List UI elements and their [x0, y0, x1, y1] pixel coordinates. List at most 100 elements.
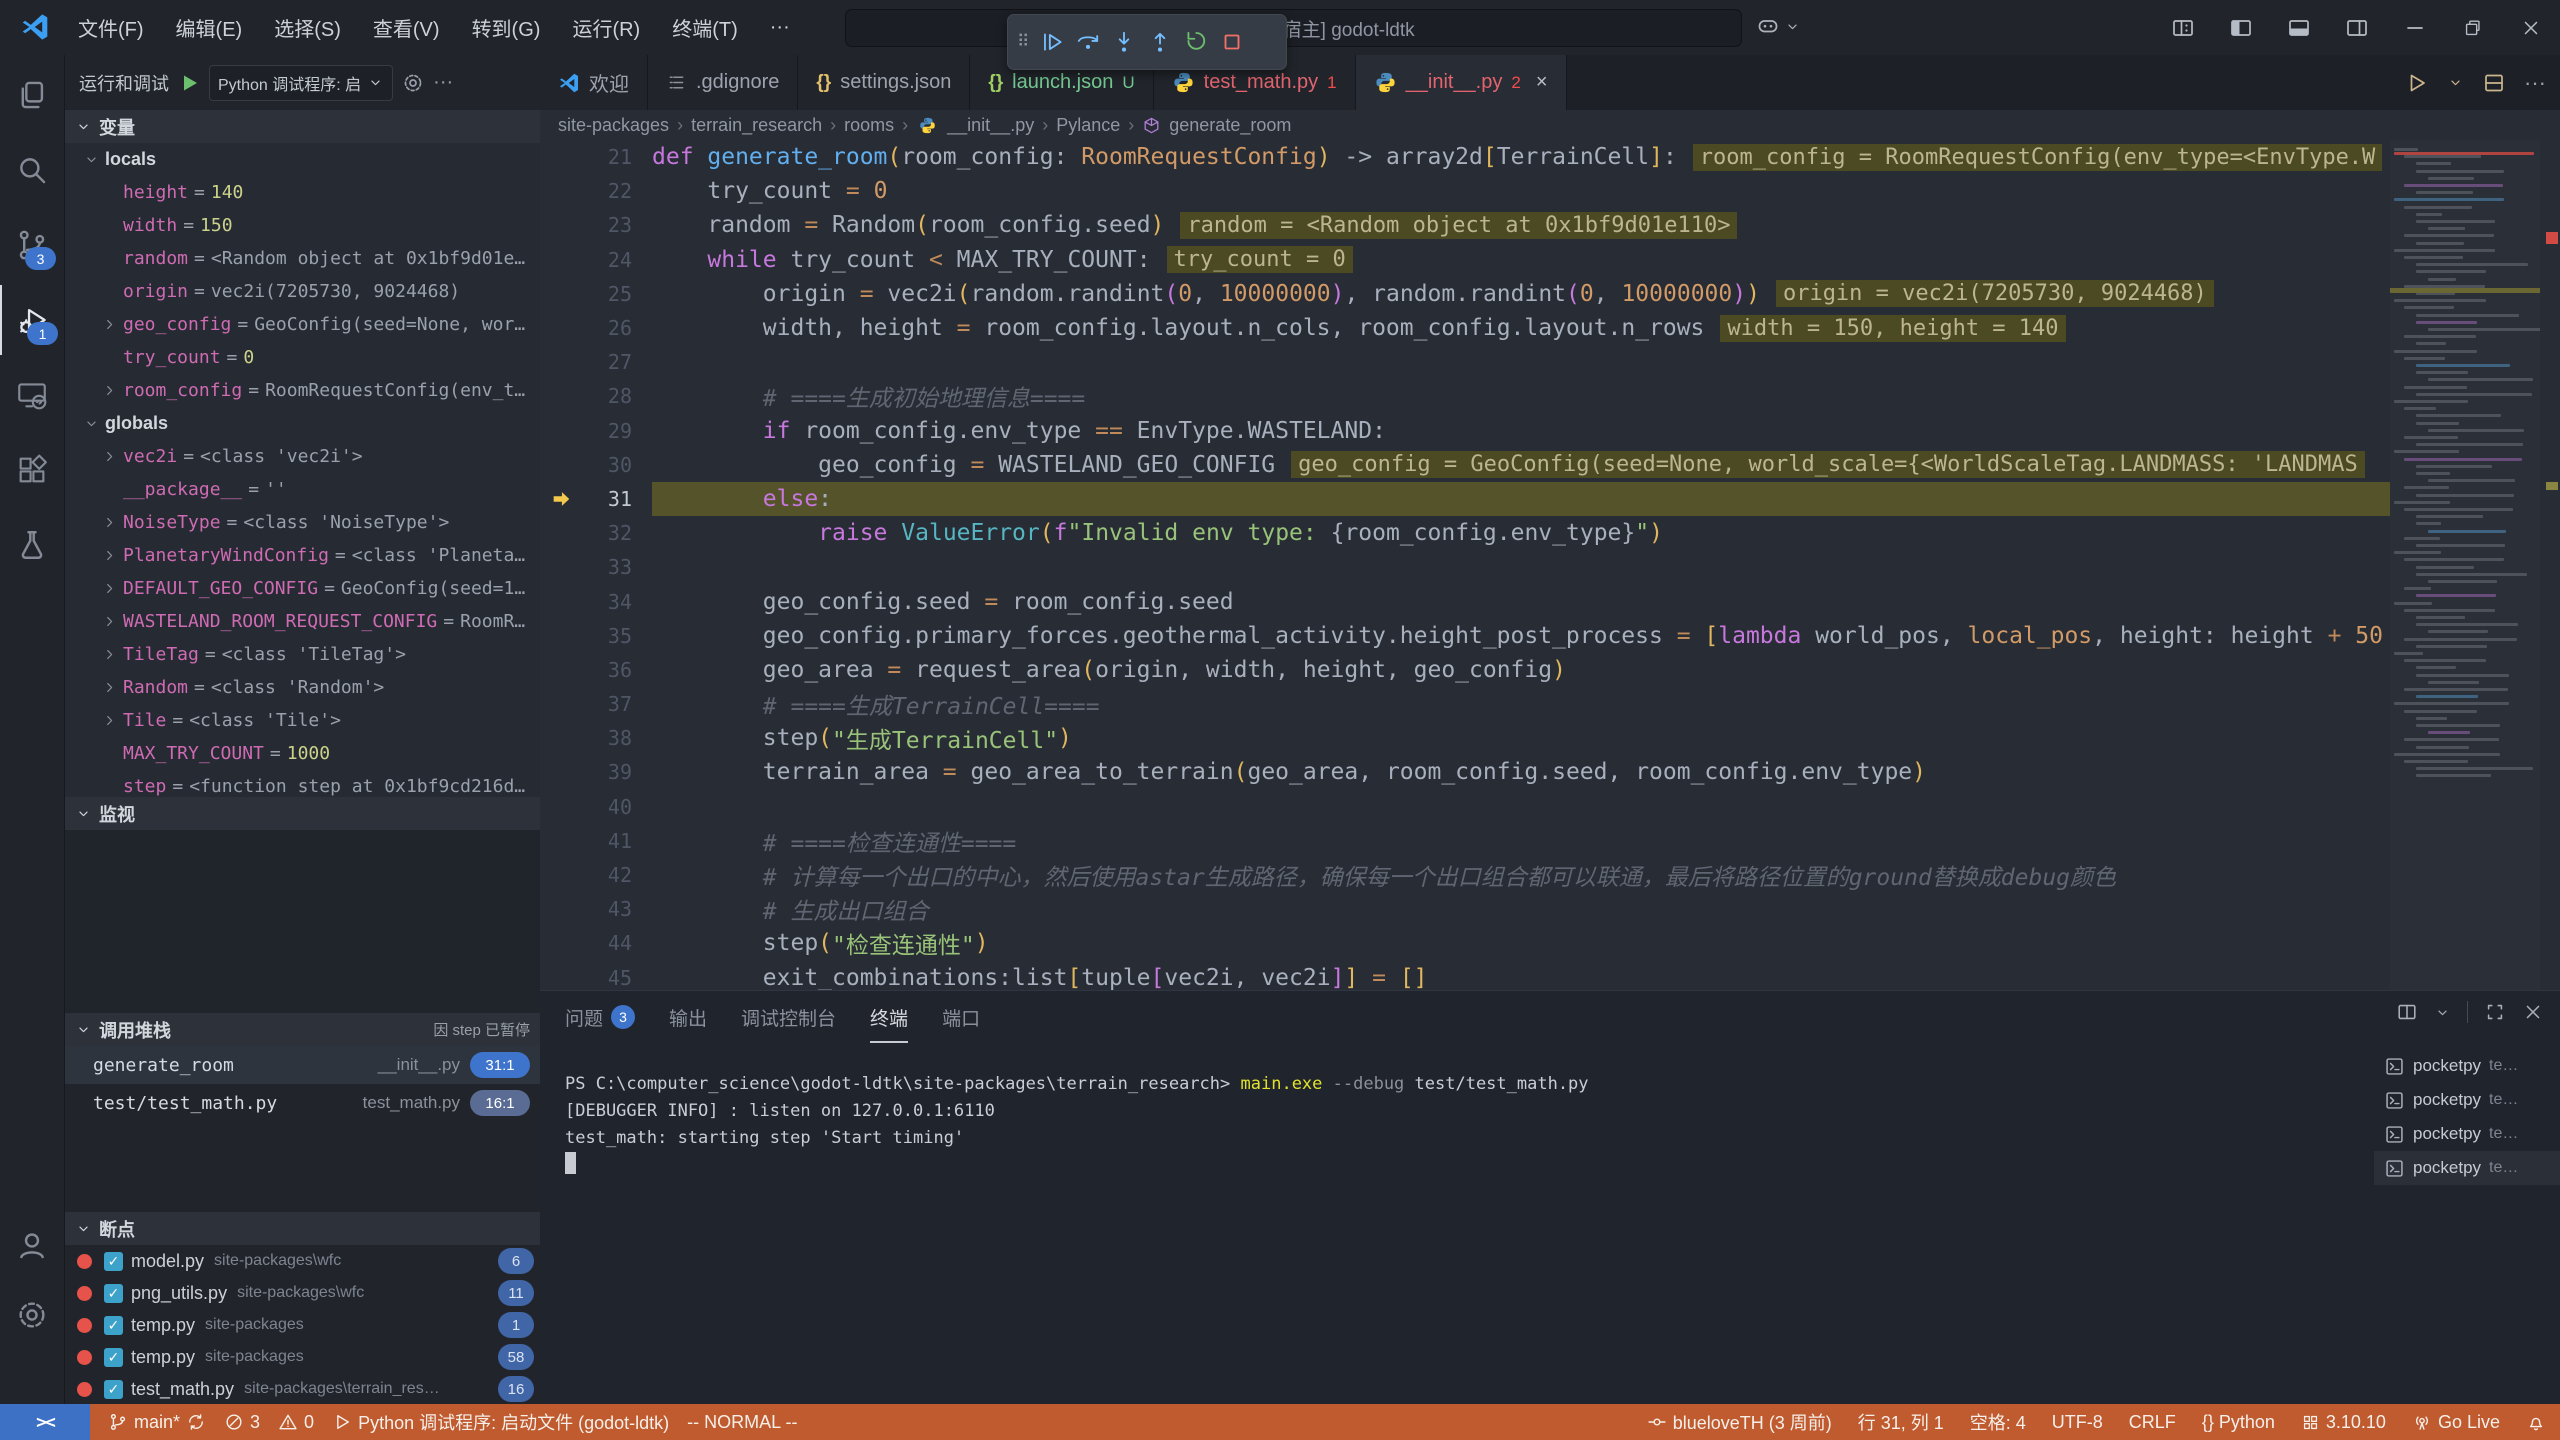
code-editor[interactable]: 21def generate_room(room_config: RoomReq…: [540, 140, 2560, 990]
callstack-frame[interactable]: test/test_math.pytest_math.py16:1: [65, 1084, 540, 1122]
activity-search-icon[interactable]: [0, 135, 64, 205]
line-gutter[interactable]: 35: [540, 619, 652, 653]
line-gutter[interactable]: 29: [540, 414, 652, 448]
split-dropdown-icon[interactable]: [2434, 1004, 2451, 1021]
menu-item[interactable]: 编辑(E): [160, 0, 259, 55]
breadcrumb-item[interactable]: __init__.py: [947, 115, 1034, 136]
toggle-sidebar-icon[interactable]: [2212, 0, 2270, 55]
breakpoints-section-header[interactable]: 断点: [65, 1212, 540, 1245]
line-gutter[interactable]: 34: [540, 584, 652, 618]
breadcrumb-item[interactable]: site-packages: [558, 115, 669, 136]
variable-row[interactable]: geo_config=GeoConfig(seed=None, wor…: [65, 308, 540, 341]
step-out-button[interactable]: [1142, 20, 1178, 64]
remote-indicator[interactable]: ><: [0, 1404, 90, 1440]
close-icon[interactable]: ×: [1536, 71, 1548, 94]
terminal-list-item[interactable]: pocketpyte…: [2374, 1049, 2560, 1083]
restore-window-icon[interactable]: [2444, 0, 2502, 55]
breakpoint-row[interactable]: ✓temp.pysite-packages1: [65, 1309, 540, 1341]
continue-button[interactable]: [1034, 20, 1070, 64]
variable-row[interactable]: vec2i=<class 'vec2i'>: [65, 440, 540, 473]
activity-extensions-icon[interactable]: [0, 435, 64, 505]
status-UTF8[interactable]: UTF-8: [2052, 1412, 2103, 1433]
variable-row[interactable]: TileTag=<class 'TileTag'>: [65, 638, 540, 671]
debug-config-dropdown[interactable]: Python 调试程序: 启: [209, 65, 393, 101]
close-window-icon[interactable]: [2502, 0, 2560, 55]
variable-row[interactable]: NoiseType=<class 'NoiseType'>: [65, 506, 540, 539]
tab-.gdignore[interactable]: .gdignore: [648, 55, 798, 110]
breadcrumb-item[interactable]: terrain_research: [691, 115, 822, 136]
tab-__init__.py[interactable]: __init__.py2×: [1356, 55, 1567, 110]
status-4[interactable]: 空格: 4: [1970, 1409, 2026, 1435]
variable-scope-row[interactable]: globals: [65, 407, 540, 440]
line-gutter[interactable]: 26: [540, 311, 652, 345]
line-gutter[interactable]: 43: [540, 892, 652, 926]
maximize-panel-icon[interactable]: [2484, 1001, 2506, 1023]
menu-item[interactable]: ···: [754, 0, 806, 55]
command-center-search[interactable]: [扩展开发宿主] godot-ldtk: [845, 9, 1742, 47]
variable-row[interactable]: height=140: [65, 176, 540, 209]
line-gutter[interactable]: 31: [540, 482, 652, 516]
line-gutter[interactable]: 45: [540, 961, 652, 991]
restart-button[interactable]: [1178, 20, 1214, 64]
menu-item[interactable]: 运行(R): [556, 0, 656, 55]
variable-row[interactable]: WASTELAND_ROOM_REQUEST_CONFIG=RoomR…: [65, 605, 540, 638]
more-actions-icon[interactable]: ···: [433, 71, 453, 94]
toggle-secondary-sidebar-icon[interactable]: [2328, 0, 2386, 55]
status-31010[interactable]: 3.10.10: [2301, 1412, 2386, 1433]
line-gutter[interactable]: 32: [540, 516, 652, 550]
start-debug-button[interactable]: [177, 71, 201, 95]
breadcrumb-item[interactable]: generate_room: [1169, 115, 1291, 136]
status-3[interactable]: 3: [224, 1412, 260, 1433]
line-gutter[interactable]: 21: [540, 140, 652, 174]
panel-tab-终端[interactable]: 终端: [870, 991, 908, 1043]
more-actions-icon[interactable]: ···: [2524, 70, 2546, 96]
variable-row[interactable]: DEFAULT_GEO_CONFIG=GeoConfig(seed=1…: [65, 572, 540, 605]
line-gutter[interactable]: 33: [540, 550, 652, 584]
breadcrumb[interactable]: site-packages›terrain_research›rooms›__i…: [540, 110, 2560, 140]
breakpoint-row[interactable]: ✓test_math.pysite-packages\terrain_res…1…: [65, 1373, 540, 1405]
variable-row[interactable]: step=<function step at 0x1bf9cd216d…: [65, 770, 540, 797]
callstack-section-header[interactable]: 调用堆栈 因 step 已暂停: [65, 1013, 540, 1046]
step-over-button[interactable]: [1070, 20, 1106, 64]
line-gutter[interactable]: 38: [540, 721, 652, 755]
breakpoint-checkbox[interactable]: ✓: [104, 1348, 123, 1367]
activity-account-icon[interactable]: [0, 1210, 64, 1280]
line-gutter[interactable]: 37: [540, 687, 652, 721]
variable-row[interactable]: Random=<class 'Random'>: [65, 671, 540, 704]
activity-run-and-debug-icon[interactable]: 1: [0, 285, 66, 355]
breakpoint-row[interactable]: ✓png_utils.pysite-packages\wfc11: [65, 1277, 540, 1309]
stop-button[interactable]: [1214, 20, 1250, 64]
variable-row[interactable]: try_count=0: [65, 341, 540, 374]
drag-handle-icon[interactable]: ⠿: [1014, 20, 1034, 64]
activity-explorer-icon[interactable]: [0, 60, 64, 130]
variable-row[interactable]: random=<Random object at 0x1bf9d01e…: [65, 242, 540, 275]
line-gutter[interactable]: 27: [540, 345, 652, 379]
status-bell[interactable]: [2526, 1412, 2546, 1432]
breadcrumb-item[interactable]: rooms: [844, 115, 894, 136]
variable-row[interactable]: origin=vec2i(7205730, 9024468): [65, 275, 540, 308]
terminal-list-item[interactable]: pocketpyte…: [2374, 1151, 2560, 1185]
line-gutter[interactable]: 39: [540, 755, 652, 789]
close-panel-icon[interactable]: [2522, 1001, 2544, 1023]
customize-layout-icon[interactable]: [2154, 0, 2212, 55]
variable-scope-row[interactable]: locals: [65, 143, 540, 176]
variable-row[interactable]: MAX_TRY_COUNT=1000: [65, 737, 540, 770]
variable-row[interactable]: PlanetaryWindConfig=<class 'Planeta…: [65, 539, 540, 572]
breakpoint-checkbox[interactable]: ✓: [104, 1316, 123, 1335]
minimap[interactable]: [2390, 140, 2540, 990]
breakpoint-row[interactable]: ✓temp.pysite-packages58: [65, 1341, 540, 1373]
breakpoint-checkbox[interactable]: ✓: [104, 1380, 123, 1399]
menu-item[interactable]: 查看(V): [357, 0, 456, 55]
tab-[interactable]: 欢迎: [540, 55, 648, 110]
split-terminal-icon[interactable]: [2396, 1001, 2418, 1023]
line-gutter[interactable]: 42: [540, 858, 652, 892]
variable-row[interactable]: __package__='': [65, 473, 540, 506]
terminal-list-item[interactable]: pocketpyte…: [2374, 1083, 2560, 1117]
callstack-frame[interactable]: generate_room__init__.py31:1: [65, 1046, 540, 1084]
minimize-icon[interactable]: [2386, 0, 2444, 55]
menu-item[interactable]: 选择(S): [258, 0, 357, 55]
breakpoint-row[interactable]: ✓model.pysite-packages\wfc6: [65, 1245, 540, 1277]
terminal-list-item[interactable]: pocketpyte…: [2374, 1117, 2560, 1151]
panel-tab-输出[interactable]: 输出: [669, 991, 707, 1043]
line-gutter[interactable]: 24: [540, 243, 652, 277]
